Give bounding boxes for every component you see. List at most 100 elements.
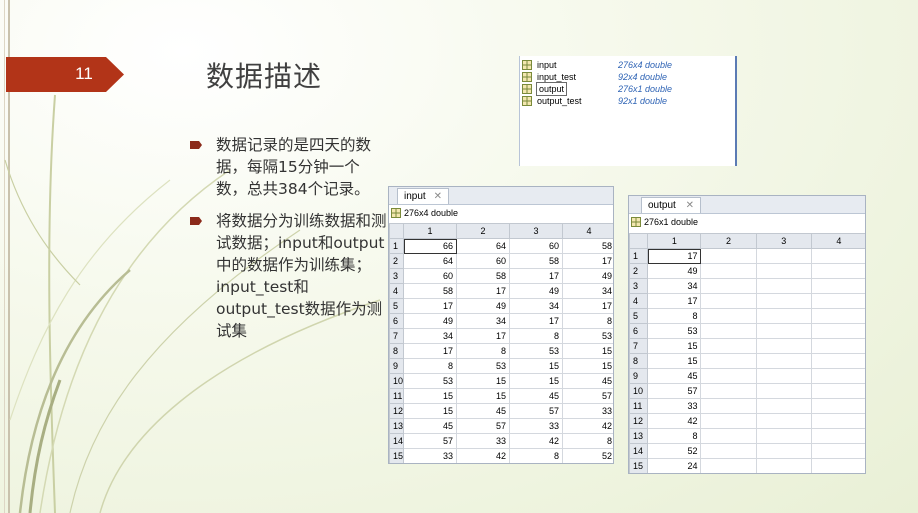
- grid-cell[interactable]: [700, 263, 757, 279]
- grid-cell[interactable]: 34: [403, 328, 457, 344]
- row-header[interactable]: 7: [389, 328, 404, 344]
- grid-cell[interactable]: [755, 323, 812, 339]
- grid-cell[interactable]: 33: [647, 398, 702, 414]
- grid-cell[interactable]: [755, 428, 812, 444]
- grid-cell[interactable]: 17: [456, 328, 510, 344]
- grid-cell[interactable]: [700, 428, 757, 444]
- grid-cell[interactable]: 45: [562, 373, 613, 389]
- grid-cell[interactable]: [755, 443, 812, 459]
- grid-cell[interactable]: 17: [403, 298, 457, 314]
- grid-cell[interactable]: [755, 353, 812, 369]
- row-header[interactable]: 13: [629, 428, 649, 444]
- workspace-variable-row[interactable]: input 276x4 double: [522, 59, 732, 71]
- grid-cell[interactable]: 53: [647, 323, 702, 339]
- grid-cell[interactable]: 66: [403, 238, 457, 254]
- grid-cell[interactable]: [700, 458, 757, 473]
- row-header[interactable]: 2: [629, 263, 649, 279]
- grid-cell[interactable]: 49: [403, 313, 457, 329]
- grid-cell[interactable]: 17: [403, 343, 457, 359]
- row-header[interactable]: 11: [389, 388, 404, 404]
- grid-cell[interactable]: 8: [647, 428, 702, 444]
- grid-cell[interactable]: 57: [562, 388, 613, 404]
- grid-cell[interactable]: 15: [647, 353, 702, 369]
- grid-cell[interactable]: [755, 248, 812, 264]
- grid-cell[interactable]: 8: [562, 433, 613, 449]
- grid-cell[interactable]: 49: [509, 283, 563, 299]
- grid-cell[interactable]: 15: [647, 338, 702, 354]
- grid-cell[interactable]: [755, 338, 812, 354]
- grid-cell[interactable]: 8: [647, 308, 702, 324]
- grid-cell[interactable]: [755, 278, 812, 294]
- grid-cell[interactable]: 42: [456, 448, 510, 463]
- column-header[interactable]: 1: [403, 223, 457, 239]
- grid-cell[interactable]: 57: [456, 418, 510, 434]
- workspace-variable-row[interactable]: output_test 92x1 double: [522, 95, 732, 107]
- grid-cell[interactable]: 34: [456, 313, 510, 329]
- grid-cell[interactable]: [700, 248, 757, 264]
- grid-cell[interactable]: 33: [403, 448, 457, 463]
- grid-cell[interactable]: [755, 308, 812, 324]
- grid-cell[interactable]: 17: [647, 293, 702, 309]
- grid-cell[interactable]: 60: [403, 268, 457, 284]
- row-header[interactable]: 8: [629, 353, 649, 369]
- grid-cell[interactable]: 24: [647, 458, 702, 473]
- grid-cell[interactable]: 64: [403, 253, 457, 269]
- row-header[interactable]: 4: [629, 293, 649, 309]
- grid-cell[interactable]: [810, 428, 865, 444]
- row-header[interactable]: 6: [389, 313, 404, 329]
- row-header[interactable]: 9: [389, 358, 404, 374]
- grid-cell[interactable]: [810, 383, 865, 399]
- grid-cell[interactable]: [810, 398, 865, 414]
- grid-cell[interactable]: 58: [456, 268, 510, 284]
- grid-cell[interactable]: [700, 368, 757, 384]
- grid-cell[interactable]: 42: [509, 433, 563, 449]
- grid-cell[interactable]: 58: [403, 283, 457, 299]
- grid-cell[interactable]: [755, 398, 812, 414]
- close-icon[interactable]: ✕: [686, 198, 694, 213]
- row-header[interactable]: 15: [389, 448, 404, 463]
- grid-cell[interactable]: [700, 398, 757, 414]
- grid-cell[interactable]: [810, 443, 865, 459]
- grid-cell[interactable]: 15: [509, 373, 563, 389]
- row-header[interactable]: 15: [629, 458, 649, 473]
- grid-cell[interactable]: 53: [456, 358, 510, 374]
- grid-cell[interactable]: 33: [562, 403, 613, 419]
- grid-cell[interactable]: 8: [562, 313, 613, 329]
- grid-cell[interactable]: [700, 353, 757, 369]
- grid-cell[interactable]: 58: [562, 238, 613, 254]
- column-header[interactable]: 2: [700, 233, 757, 249]
- grid-cell[interactable]: 53: [562, 328, 613, 344]
- grid-cell[interactable]: [810, 353, 865, 369]
- grid-cell[interactable]: 17: [509, 313, 563, 329]
- grid-cell[interactable]: 52: [562, 448, 613, 463]
- row-header[interactable]: 9: [629, 368, 649, 384]
- row-header[interactable]: 3: [629, 278, 649, 294]
- column-header[interactable]: 3: [755, 233, 812, 249]
- grid-cell[interactable]: 49: [647, 263, 702, 279]
- grid-cell[interactable]: 17: [456, 283, 510, 299]
- grid-cell[interactable]: 8: [403, 358, 457, 374]
- row-header[interactable]: 7: [629, 338, 649, 354]
- grid-cell[interactable]: 64: [456, 238, 510, 254]
- grid-cell[interactable]: 17: [562, 298, 613, 314]
- grid-cell[interactable]: 58: [509, 253, 563, 269]
- grid-cell[interactable]: [755, 368, 812, 384]
- grid-cell[interactable]: 17: [509, 268, 563, 284]
- workspace-variable-row-selected[interactable]: output 276x1 double: [522, 82, 732, 96]
- row-header[interactable]: 3: [389, 268, 404, 284]
- grid-cell[interactable]: [810, 278, 865, 294]
- row-header[interactable]: 13: [389, 418, 404, 434]
- grid-cell[interactable]: 33: [456, 433, 510, 449]
- grid-cell[interactable]: [810, 368, 865, 384]
- grid-cell[interactable]: 60: [509, 238, 563, 254]
- tab-input[interactable]: input ✕: [397, 188, 449, 204]
- grid-cell[interactable]: [755, 458, 812, 473]
- column-header[interactable]: 2: [456, 223, 510, 239]
- row-header[interactable]: 11: [629, 398, 649, 414]
- grid-cell[interactable]: [700, 293, 757, 309]
- column-header[interactable]: 4: [562, 223, 613, 239]
- grid-cell[interactable]: [700, 338, 757, 354]
- grid-cell[interactable]: [700, 413, 757, 429]
- grid-cell[interactable]: [700, 383, 757, 399]
- grid-cell[interactable]: 34: [509, 298, 563, 314]
